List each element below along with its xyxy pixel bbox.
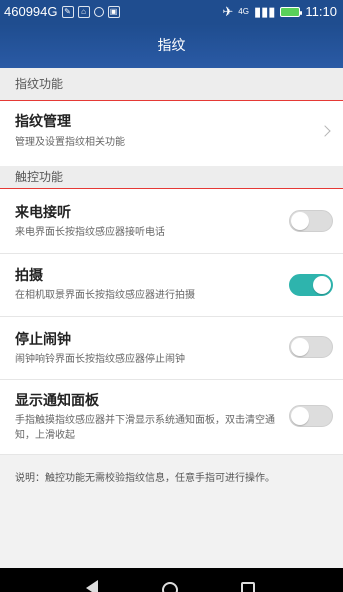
take-photo-toggle[interactable] bbox=[289, 274, 333, 296]
back-icon[interactable] bbox=[86, 580, 98, 592]
take-photo-subtitle: 在相机取景界面长按指纹感应器进行拍摄 bbox=[15, 290, 195, 301]
clock: 11:10 bbox=[305, 4, 337, 19]
section-header-touch: 触控功能 bbox=[0, 166, 343, 188]
stop-alarm-subtitle: 闹钟响铃界面长按指纹感应器停止闹钟 bbox=[15, 354, 185, 365]
home-icon[interactable] bbox=[162, 582, 178, 592]
touch-item-notification-panel[interactable]: 显示通知面板 手指触摸指纹感应器并下滑显示系统通知面板，双击清空通知，上滑收起 bbox=[0, 380, 343, 454]
answer-call-toggle[interactable] bbox=[289, 210, 333, 232]
toggle-knob bbox=[291, 407, 309, 425]
chevron-right-icon bbox=[319, 125, 331, 137]
status-left: 460994G ✎ ⌂ ▣ bbox=[4, 4, 120, 20]
network-label: 4G bbox=[238, 7, 249, 16]
page-title: 指纹 bbox=[157, 38, 186, 54]
carrier-label: 460994G bbox=[4, 4, 58, 19]
image-icon: ▣ bbox=[107, 6, 120, 18]
touch-item-stop-alarm[interactable]: 停止闹钟 闹钟响铃界面长按指纹感应器停止闹钟 bbox=[0, 317, 343, 379]
wifi-icon bbox=[93, 7, 104, 17]
answer-call-title: 来电接听 bbox=[15, 205, 71, 221]
navigation-bar bbox=[0, 568, 343, 592]
section-header-fingerprint: 指纹功能 bbox=[0, 68, 343, 100]
fingerprint-management-title: 指纹管理 bbox=[15, 114, 71, 130]
app-bar: 指纹 bbox=[0, 24, 343, 68]
recent-apps-icon[interactable] bbox=[241, 582, 255, 592]
toggle-knob bbox=[313, 276, 331, 294]
touch-item-answer-call[interactable]: 来电接听 来电界面长按指纹感应器接听电话 bbox=[0, 189, 343, 253]
status-bar: 460994G ✎ ⌂ ▣ ✈ 4G ▮▮▮ 11:10 bbox=[0, 0, 343, 24]
fingerprint-management-item[interactable]: 指纹管理 管理及设置指纹相关功能 bbox=[0, 101, 343, 166]
battery-icon bbox=[280, 7, 303, 17]
edit-icon: ✎ bbox=[61, 6, 74, 18]
notification-panel-toggle[interactable] bbox=[289, 405, 333, 427]
notification-panel-title: 显示通知面板 bbox=[15, 393, 99, 409]
divider bbox=[0, 454, 343, 455]
note-text: 说明：触控功能无需校验指纹信息，任意手指可进行操作。 bbox=[15, 473, 275, 484]
car-icon: ⌂ bbox=[77, 6, 90, 18]
stop-alarm-title: 停止闹钟 bbox=[15, 332, 71, 348]
status-right: ✈ 4G ▮▮▮ 11:10 bbox=[222, 4, 337, 20]
stop-alarm-toggle[interactable] bbox=[289, 336, 333, 358]
fingerprint-management-subtitle: 管理及设置指纹相关功能 bbox=[15, 137, 125, 148]
touch-item-take-photo[interactable]: 拍摄 在相机取景界面长按指纹感应器进行拍摄 bbox=[0, 254, 343, 316]
toggle-knob bbox=[291, 212, 309, 230]
take-photo-title: 拍摄 bbox=[15, 268, 43, 284]
answer-call-subtitle: 来电界面长按指纹感应器接听电话 bbox=[15, 227, 165, 238]
toggle-knob bbox=[291, 338, 309, 356]
signal-icon: ▮▮▮ bbox=[253, 4, 276, 19]
notification-panel-subtitle: 手指触摸指纹感应器并下滑显示系统通知面板，双击清空通知，上滑收起 bbox=[15, 415, 275, 441]
alarm-icon: ✈ bbox=[222, 4, 234, 19]
